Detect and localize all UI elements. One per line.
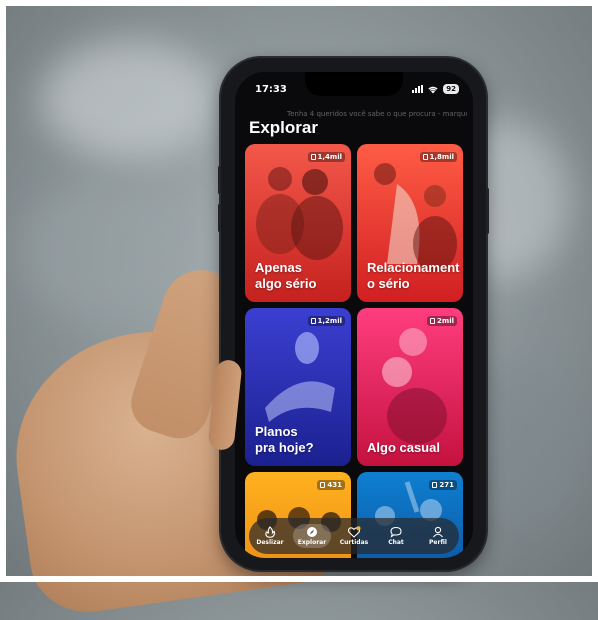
heart-icon	[347, 526, 361, 538]
power-button	[486, 188, 489, 234]
card-algo-casual[interactable]: 2mil Algo casual	[357, 308, 463, 466]
flame-icon	[265, 526, 276, 538]
card-relacionamento-serio[interactable]: 1,8mil Relacionament o sério	[357, 144, 463, 302]
background-blur	[40, 40, 220, 160]
status-icons: 92	[412, 84, 459, 94]
page-title: Explorar	[249, 118, 318, 137]
nav-label: Explorar	[297, 539, 327, 546]
compass-icon	[307, 527, 317, 537]
notch	[305, 72, 403, 96]
page-subtitle: Tenha 4 queridos você sabe o que procura…	[287, 110, 467, 118]
nav-label: Perfil	[429, 539, 447, 546]
card-count: 2mil	[427, 316, 457, 326]
chat-icon	[390, 526, 402, 538]
card-count: 271	[429, 480, 457, 490]
card-apenas-algo-serio[interactable]: 1,4mil Apenas algo sério	[245, 144, 351, 302]
wifi-icon	[428, 86, 438, 93]
nav-deslizar[interactable]: Deslizar	[251, 526, 289, 546]
bottom-nav: Deslizar Explorar Curtidas Chat Perfil	[249, 518, 459, 554]
phone-screen: 17:33 92 Tenha 4 queridos você sabe o qu…	[235, 72, 473, 558]
volume-button	[218, 166, 221, 194]
status-time: 17:33	[255, 84, 287, 95]
photo-frame	[0, 0, 598, 6]
card-planos-pra-hoje[interactable]: 1,2mil Planos pra hoje?	[245, 308, 351, 466]
nav-label: Chat	[388, 539, 404, 546]
photo-frame	[0, 576, 598, 582]
card-label: Planos pra hoje?	[255, 424, 314, 455]
nav-perfil[interactable]: Perfil	[419, 526, 457, 546]
nav-label: Deslizar	[256, 539, 284, 546]
card-count: 1,2mil	[307, 316, 345, 326]
photo-frame	[592, 0, 598, 582]
count-icon	[432, 482, 438, 488]
card-label: Algo casual	[367, 440, 440, 455]
nav-explorar[interactable]: Explorar	[293, 524, 331, 548]
nav-chat[interactable]: Chat	[377, 526, 415, 546]
profile-icon	[433, 526, 443, 538]
card-count: 1,8mil	[419, 152, 457, 162]
card-label: Apenas algo sério	[255, 260, 317, 291]
signal-icon	[412, 85, 424, 93]
count-icon	[422, 154, 428, 160]
card-count: 1,4mil	[307, 152, 345, 162]
count-icon	[310, 154, 316, 160]
nav-curtidas[interactable]: Curtidas	[335, 526, 373, 546]
card-count: 431	[317, 480, 345, 490]
card-label: Relacionament o sério	[367, 260, 460, 291]
count-icon	[310, 318, 316, 324]
volume-button	[218, 204, 221, 232]
count-icon	[320, 482, 326, 488]
phone: 17:33 92 Tenha 4 queridos você sabe o qu…	[218, 58, 489, 570]
photo-frame	[0, 0, 6, 582]
nav-label: Curtidas	[339, 539, 369, 546]
battery-indicator: 92	[443, 84, 459, 94]
count-icon	[430, 318, 436, 324]
